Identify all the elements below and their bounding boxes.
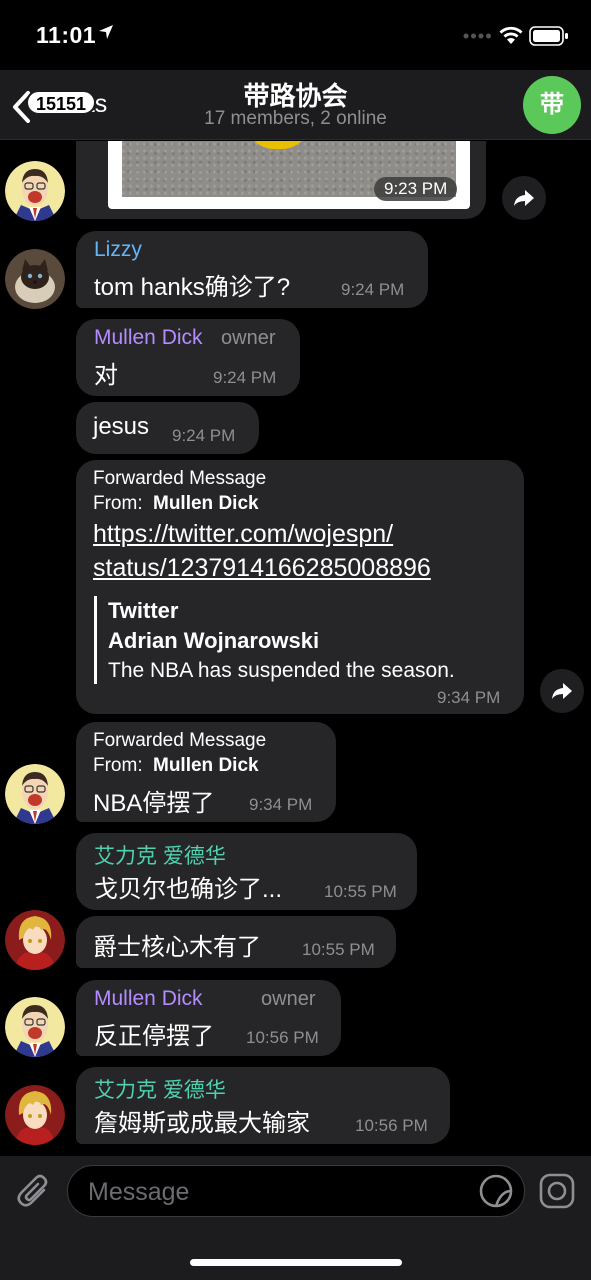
message-time: 10:56 PM — [355, 1116, 428, 1135]
photo-yellow-object — [246, 141, 310, 149]
message-bubble[interactable]: Lizzy tom hanks确诊了? 9:24 PM — [76, 231, 428, 308]
message-time: 9:23 PM — [374, 177, 458, 201]
message-text: tom hanks确诊了? — [94, 274, 291, 301]
message-text: 反正停摆了 — [94, 1023, 214, 1050]
anime-character-icon — [5, 1085, 65, 1145]
link-preview[interactable]: Twitter Adrian Wojnarowski The NBA has s… — [94, 596, 514, 684]
message-bubble[interactable]: Forwarded Message From: Mullen Dick http… — [76, 460, 524, 714]
share-button[interactable] — [540, 669, 584, 713]
message-link[interactable]: https://twitter.com/wojespn/ — [93, 520, 393, 549]
message-list[interactable]: 9:23 PM Lizzy tom hanks确诊了? 9:24 PM Mull… — [0, 141, 591, 1156]
man-cartoon-icon — [5, 161, 65, 221]
message-input[interactable]: Message — [67, 1165, 525, 1217]
sender-name[interactable]: 艾力克 爱德华 — [94, 840, 226, 870]
message-time: 9:34 PM — [249, 795, 313, 814]
message-bubble[interactable]: 艾力克 爱德华 詹姆斯或成最大输家 10:56 PM — [76, 1067, 450, 1144]
owner-badge: owner — [221, 327, 276, 349]
sender-name[interactable]: Lizzy — [94, 238, 142, 262]
man-cartoon-icon — [5, 997, 65, 1057]
message-bubble[interactable]: Forwarded Message From: Mullen Dick NBA停… — [76, 722, 336, 822]
share-arrow-icon — [552, 683, 572, 699]
message-text: 对 — [94, 362, 118, 389]
message-bubble[interactable]: 爵士核心木有了 10:55 PM — [76, 916, 396, 968]
paperclip-icon[interactable] — [14, 1172, 54, 1212]
forwarded-label: Forwarded Message — [93, 468, 267, 489]
avatar-mullen[interactable] — [5, 764, 65, 824]
sender-name[interactable]: Mullen Dick — [94, 326, 203, 350]
message-link[interactable]: status/1237914166285008896 — [93, 554, 431, 583]
camera-icon[interactable] — [538, 1172, 576, 1210]
preview-text: The NBA has suspended the season. — [108, 659, 455, 682]
status-bar: 11:01 — [0, 0, 591, 70]
home-indicator — [190, 1259, 402, 1266]
message-bubble[interactable]: 艾力克 爱德华 戈贝尔也确诊了... 10:55 PM — [76, 833, 417, 910]
sticker-icon[interactable] — [477, 1172, 515, 1210]
message-time: 10:55 PM — [302, 940, 375, 959]
chat-subtitle: 17 members, 2 online — [204, 108, 387, 129]
message-text: 詹姆斯或成最大输家 — [94, 1110, 310, 1137]
message-placeholder: Message — [88, 1178, 190, 1206]
message-time: 9:24 PM — [172, 426, 236, 445]
group-avatar[interactable]: 带 — [523, 76, 581, 134]
battery-icon — [529, 26, 568, 46]
message-time: 9:34 PM — [437, 688, 501, 707]
message-text: 戈贝尔也确诊了... — [94, 876, 283, 903]
signal-dots-icon — [463, 33, 491, 39]
forwarded-from-name[interactable]: Mullen Dick — [153, 755, 259, 777]
message-bubble[interactable]: Mullen Dick owner 对 9:24 PM — [76, 319, 300, 396]
avatar-mullen[interactable] — [5, 997, 65, 1057]
message-text: jesus — [93, 413, 150, 440]
message-text: NBA停摆了 — [93, 790, 215, 817]
share-arrow-icon — [514, 190, 534, 206]
avatar-mullen[interactable] — [5, 161, 65, 221]
avatar-edward[interactable] — [5, 910, 65, 970]
message-time: 9:24 PM — [341, 280, 405, 299]
chat-header: Chats 15151 带路协会 17 members, 2 online 带 — [0, 70, 591, 140]
status-time: 11:01 — [36, 22, 97, 48]
sender-name[interactable]: 艾力克 爱德华 — [94, 1074, 226, 1104]
preview-site: Twitter — [108, 598, 179, 623]
input-bar: Message — [0, 1156, 591, 1280]
cat-photo-icon — [5, 249, 65, 309]
message-time: 10:55 PM — [324, 882, 397, 901]
message-text: 爵士核心木有了 — [93, 934, 261, 961]
wifi-icon — [499, 26, 523, 44]
message-bubble[interactable]: Mullen Dick owner 反正停摆了 10:56 PM — [76, 980, 341, 1056]
avatar-lizzy[interactable] — [5, 249, 65, 309]
message-time: 9:24 PM — [213, 368, 277, 387]
man-cartoon-icon — [5, 764, 65, 824]
avatar-edward[interactable] — [5, 1085, 65, 1145]
forwarded-from-label: From: — [93, 493, 143, 514]
anime-character-icon — [5, 910, 65, 970]
owner-badge: owner — [261, 988, 316, 1010]
preview-author: Adrian Wojnarowski — [108, 628, 320, 653]
location-arrow-icon — [99, 25, 113, 39]
sender-name[interactable]: Mullen Dick — [94, 987, 203, 1011]
message-bubble[interactable]: 9:23 PM — [76, 141, 486, 219]
share-button[interactable] — [502, 176, 546, 220]
message-time: 10:56 PM — [246, 1028, 319, 1047]
forwarded-from-name[interactable]: Mullen Dick — [153, 493, 259, 515]
message-bubble[interactable]: jesus 9:24 PM — [76, 402, 259, 454]
forwarded-label: Forwarded Message — [93, 730, 267, 751]
forwarded-from-label: From: — [93, 755, 143, 776]
